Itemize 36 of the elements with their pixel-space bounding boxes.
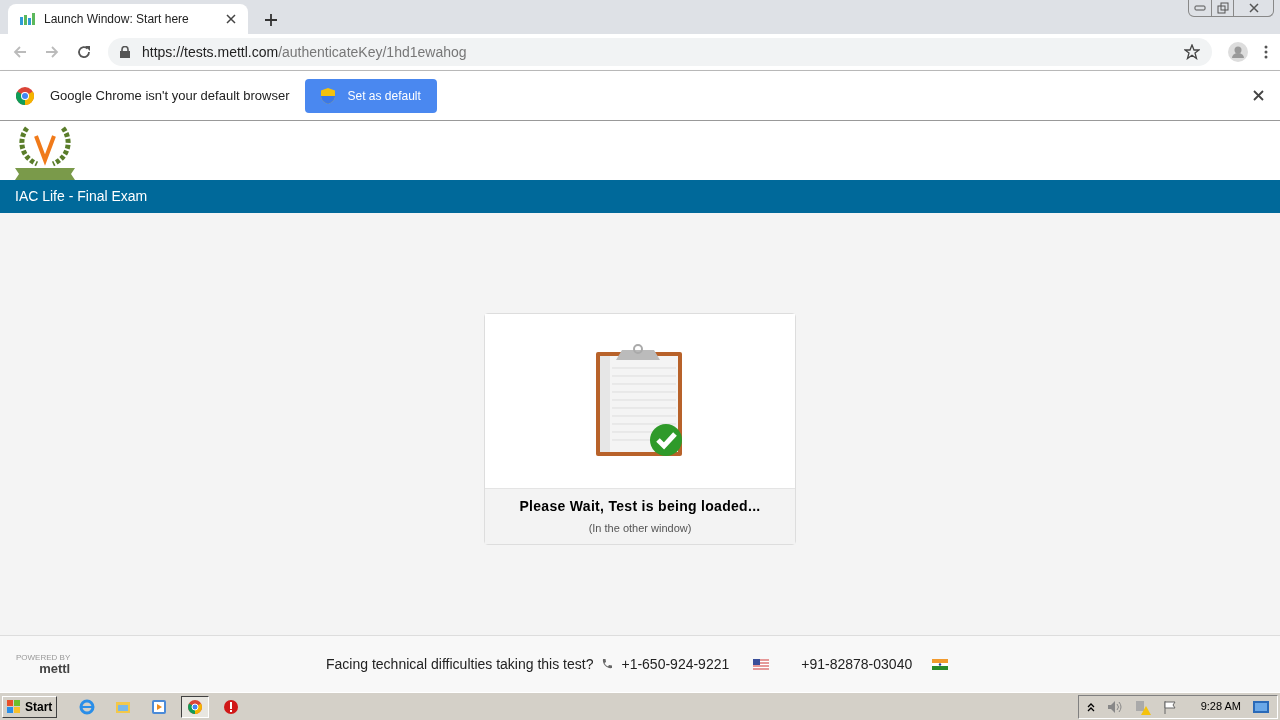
powered-by-label: POWERED BY: [16, 653, 71, 662]
chevron-up-icon[interactable]: [1086, 701, 1095, 712]
flag-icon[interactable]: [1162, 699, 1177, 714]
exam-title: IAC Life - Final Exam: [15, 187, 148, 206]
help-text: Facing technical difficulties taking this test?: [326, 654, 594, 674]
close-icon[interactable]: [1253, 90, 1264, 101]
chrome-icon[interactable]: [181, 695, 210, 718]
address-bar[interactable]: https://tests.mettl.com/authenticateKey/1hd1ewahog: [108, 38, 1212, 66]
clock-time[interactable]: 9:28 AM: [1200, 698, 1241, 715]
india-flag-icon: [932, 658, 949, 670]
windows-logo-icon: [7, 699, 21, 714]
loading-title: Please Wait, Test is being loaded...: [519, 497, 761, 517]
browser-tab[interactable]: Launch Window: Start here: [8, 4, 248, 34]
bar-chart-icon: [20, 13, 36, 25]
mettl-logo-text: mettl: [39, 661, 71, 675]
loading-subtitle: (In the other window): [588, 521, 692, 537]
tab-title: Launch Window: Start here: [44, 11, 190, 28]
lock-icon: [120, 46, 130, 58]
infobar-message: Google Chrome isn't your default browser: [50, 86, 290, 105]
close-icon[interactable]: [226, 14, 236, 24]
phone-number: +1-650-924-9221: [621, 654, 730, 674]
reload-icon[interactable]: [76, 44, 92, 60]
phone-number: +91-82878-03040: [801, 654, 913, 674]
laurel-logo-drawing: [15, 124, 75, 180]
show-desktop-icon[interactable]: [1253, 699, 1269, 714]
menu-icon[interactable]: [1264, 45, 1268, 59]
url-text: https://tests.mettl.com/authenticateKey/1hd1ewahog: [142, 42, 468, 62]
new-tab-icon[interactable]: [264, 13, 278, 27]
us-flag-icon: [753, 658, 770, 670]
star-icon[interactable]: [1184, 44, 1200, 60]
profile-icon[interactable]: [1228, 42, 1248, 62]
phone-icon: [601, 658, 614, 670]
speaker-icon[interactable]: [1106, 699, 1123, 714]
chrome-icon: [16, 86, 34, 105]
shield-icon: [321, 87, 336, 104]
start-button[interactable]: Start: [2, 695, 58, 718]
